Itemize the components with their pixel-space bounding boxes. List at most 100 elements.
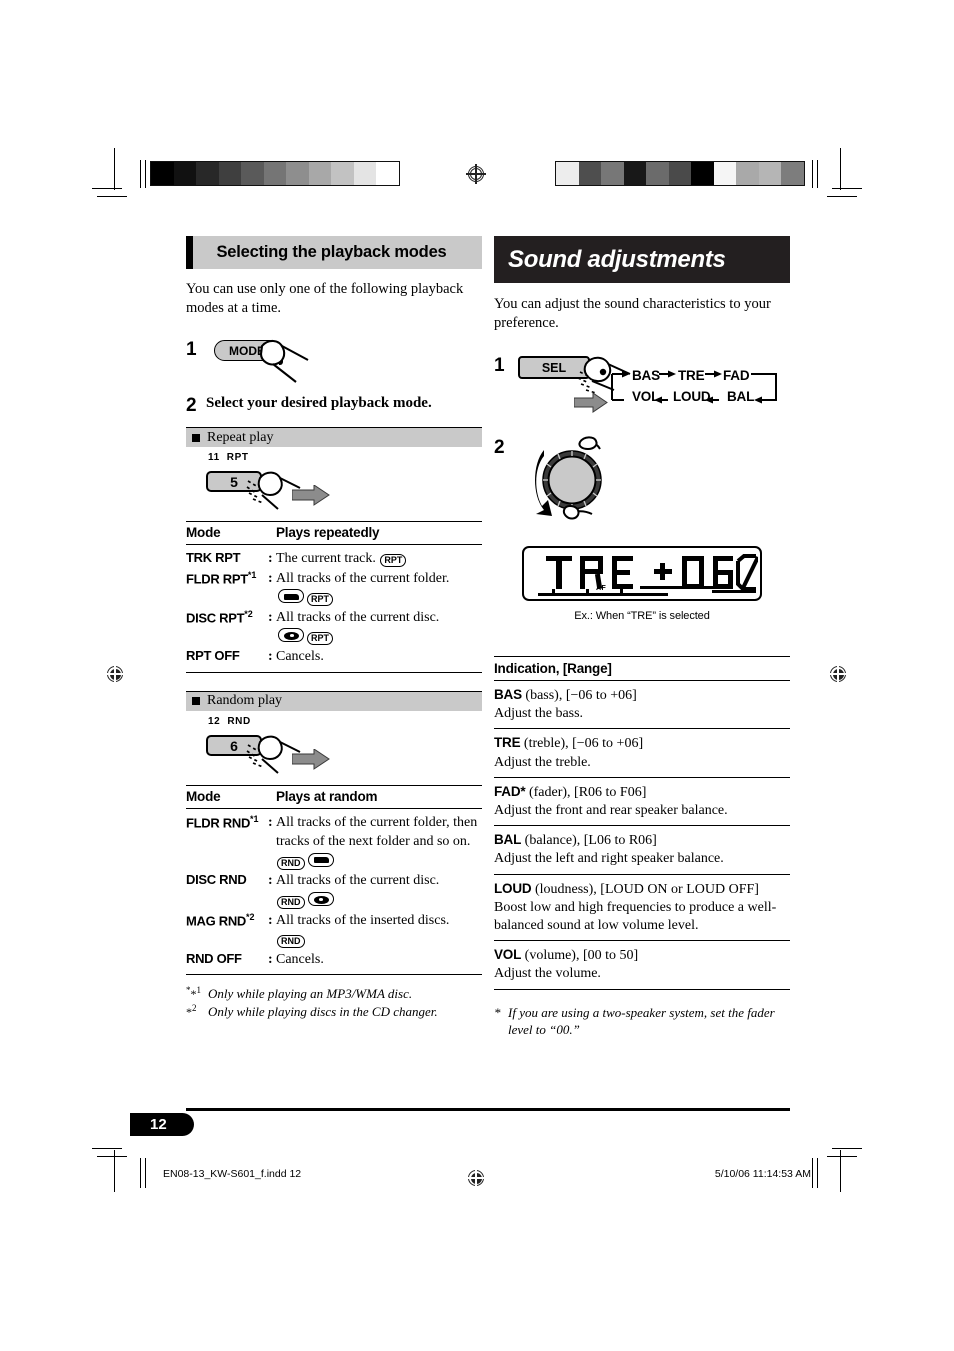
color-swatch — [623, 162, 647, 185]
lcd-underline-3 — [712, 590, 756, 593]
footnote-2-text: Only while playing discs in the CD chang… — [208, 1004, 438, 1020]
rnd-badge-icon: RND — [277, 896, 305, 910]
table-row: MAG RND*2 : All tracks of the inserted d… — [186, 911, 482, 950]
color-swatch — [376, 162, 399, 185]
color-swatch — [331, 162, 354, 185]
random-col-plays: Plays at random — [276, 788, 378, 804]
indication-desc-3: Adjust the left and right speaker balanc… — [494, 851, 724, 867]
repeat-mode-table: Mode Plays repeatedly TRK RPT : The curr… — [186, 521, 482, 673]
repeat-desc-2: All tracks of the current disc. RPT — [276, 609, 440, 646]
indication-desc-2: Adjust the front and rear speaker balanc… — [494, 803, 728, 819]
square-bullet-icon — [192, 697, 200, 706]
left-column: Selecting the playback modes You can use… — [186, 236, 482, 1021]
indication-name-1: (treble), [−06 to +06] — [523, 736, 644, 752]
color-swatch — [286, 162, 309, 185]
step-1-playback: 1 MODE — [186, 338, 482, 388]
random-table-header: Mode Plays at random — [186, 784, 482, 809]
table-row: TRK RPT : The current track. RPT — [186, 549, 482, 569]
lcd-tick-1 — [552, 589, 555, 596]
crop-mark-bottom-left-horizontal-2 — [97, 1156, 127, 1157]
section-header-playback-modes: Selecting the playback modes — [186, 236, 482, 269]
table-row: DISC RPT*2 : All tracks of the current d… — [186, 608, 482, 647]
random-play-subheader-label: Random play — [207, 693, 283, 709]
indication-name-2: (fader), [R06 to F06] — [528, 784, 647, 800]
color-swatch — [646, 162, 669, 185]
indication-table: Indication, [Range] BAS (bass), [−06 to … — [494, 656, 790, 1038]
step-1-number: 1 — [494, 355, 505, 377]
table-row: FLDR RPT*1 : All tracks of the current f… — [186, 569, 482, 608]
trim-mark-bottom-right — [812, 1158, 813, 1188]
table-row: DISC RND : All tracks of the current dis… — [186, 871, 482, 910]
square-bullet-icon — [192, 433, 200, 442]
section-header-sound-adjustments-label: Sound adjustments — [508, 245, 726, 273]
color-swatch — [151, 162, 174, 185]
repeat-mode-3: RPT OFF — [186, 648, 240, 664]
color-swatch — [196, 162, 219, 185]
footnote-2: *2 Only while playing discs in the CD ch… — [186, 1003, 482, 1021]
repeat-desc-3: Cancels. — [276, 649, 324, 665]
rotary-knob-icon[interactable] — [522, 436, 630, 528]
lcd-tick-3 — [620, 589, 623, 596]
indication-code-0: BAS — [494, 687, 522, 703]
repeat-table-header: Mode Plays repeatedly — [186, 521, 482, 546]
trim-mark-right-2 — [817, 160, 818, 188]
folder-icon — [307, 852, 334, 867]
color-swatch — [353, 162, 377, 185]
random-mode-1: DISC RND — [186, 872, 247, 888]
color-swatch — [173, 162, 197, 185]
color-swatch — [781, 162, 804, 185]
registration-mark-left — [105, 664, 125, 684]
press-arrow-icon — [292, 748, 330, 770]
lcd-tick-2 — [586, 589, 589, 596]
footer-rule — [186, 1108, 790, 1111]
repeat-desc-1: All tracks of the current folder. RPT — [276, 570, 450, 607]
footnote-1: **1*1 Only while playing an MP3/WMA disc… — [186, 985, 482, 1003]
table-row: BAL (balance), [L06 to R06] Adjust the l… — [494, 826, 790, 875]
repeat-button-illustration: 5 — [206, 467, 482, 515]
repeat-desc-0: The current track. RPT — [276, 549, 482, 569]
colon: : — [268, 551, 273, 567]
crop-mark-top-right-horizontal-2 — [827, 196, 857, 197]
table-row: FLDR RND*1 : All tracks of the current f… — [186, 813, 482, 872]
rnd-badge-icon: RND — [277, 935, 305, 949]
repeat-table-body: TRK RPT : The current track. RPT FLDR RP… — [186, 545, 482, 673]
random-mode-2: MAG RND*2 — [186, 911, 255, 928]
indication-code-1: TRE — [494, 735, 521, 751]
playback-footnotes: **1*1 Only while playing an MP3/WMA disc… — [186, 985, 482, 1021]
color-bar-right — [555, 161, 805, 186]
registration-mark-top — [466, 164, 486, 184]
colon: : — [268, 912, 273, 928]
indication-code-4: LOUD — [494, 880, 532, 896]
colon: : — [268, 814, 273, 830]
random-mode-0: FLDR RND*1 — [186, 813, 259, 830]
trim-mark-bottom-right-2 — [817, 1158, 818, 1188]
random-preset-name: RND — [227, 715, 251, 727]
random-preset-number: 12 — [208, 715, 221, 727]
crop-mark-top-right-vertical — [840, 148, 841, 190]
lcd-underline-1 — [538, 593, 668, 597]
color-swatch — [736, 162, 759, 185]
trim-mark-bottom-left-2 — [145, 1158, 146, 1188]
step-2-number: 2 — [494, 437, 505, 459]
repeat-mode-2: DISC RPT*2 — [186, 608, 253, 626]
crop-mark-top-left-vertical — [114, 148, 115, 190]
manual-page: Selecting the playback modes You can use… — [0, 0, 954, 1351]
table-row: LOUD (loudness), [LOUD ON or LOUD OFF] B… — [494, 875, 790, 942]
rpt-badge-icon: RPT — [380, 554, 407, 568]
color-swatch — [241, 162, 264, 185]
indication-footnote-mark: * — [494, 1004, 501, 1020]
crop-mark-bottom-right-horizontal-2 — [827, 1156, 857, 1157]
random-mode-3: RND OFF — [186, 950, 242, 966]
repeat-mode-0: TRK RPT — [186, 550, 241, 566]
colon: : — [268, 873, 273, 889]
trim-mark-left — [140, 160, 141, 188]
press-arrow-icon — [292, 485, 330, 507]
random-button-illustration: 6 — [206, 731, 482, 779]
indication-desc-5: Adjust the volume. — [494, 966, 601, 982]
repeat-play-subheader: Repeat play — [186, 427, 482, 448]
indication-desc-4: Boost low and high frequencies to produc… — [494, 899, 777, 933]
right-column: Sound adjustments You can adjust the sou… — [494, 236, 790, 1038]
random-play-subheader: Random play — [186, 690, 482, 711]
color-swatch — [578, 162, 602, 185]
playback-modes-intro: You can use only one of the following pl… — [186, 281, 464, 316]
